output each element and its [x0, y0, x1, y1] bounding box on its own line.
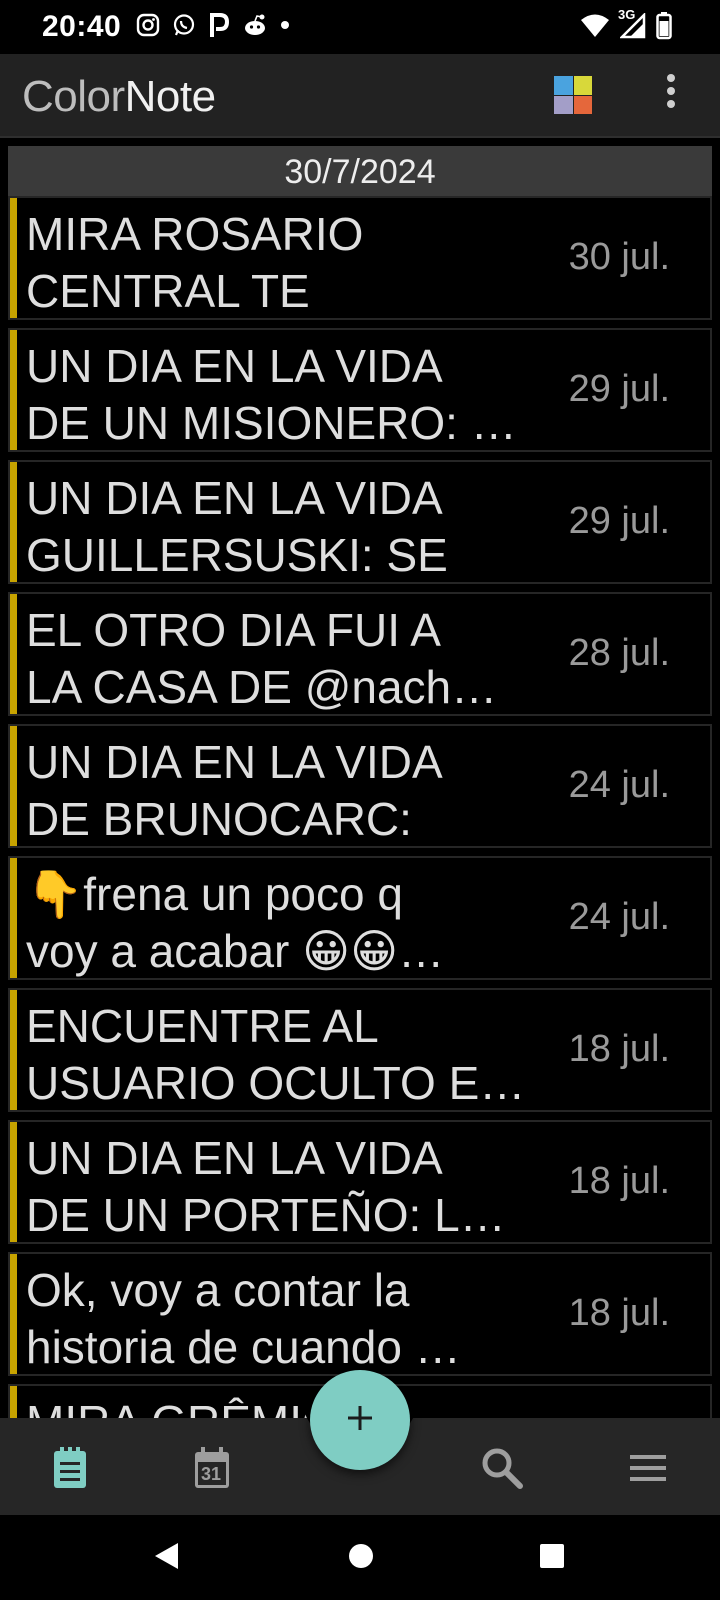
logo-part-note: Note [124, 72, 216, 121]
note-date: 18 jul. [568, 1292, 670, 1334]
instagram-icon [136, 13, 160, 37]
note-color-bar [10, 1254, 17, 1374]
note-list[interactable]: 30/7/2024 MIRA ROSARIO CENTRAL TE PUEDO…… [8, 146, 712, 1418]
calendar-day: 31 [201, 1464, 222, 1484]
signal-icon: 3G [618, 7, 646, 39]
color-swatch [554, 76, 573, 95]
logo-part-color: Color [22, 72, 125, 121]
app-bar: ColorNote [0, 54, 720, 138]
note-title: UN DIA EN LA VIDA GUILLERSUSKI: SE L… [26, 472, 448, 581]
note-color-bar [10, 1386, 17, 1418]
note-item[interactable]: UN DIA EN LA VIDA DE BRUNOCARC: SE… 24 ju… [8, 724, 712, 848]
note-color-bar [10, 726, 17, 846]
note-item[interactable]: ENCUENTRE AL USUARIO OCULTO E… 18 jul. [8, 988, 712, 1112]
note-title: EL OTRO DIA FUI A LA CASA DE @nach… [26, 604, 498, 713]
note-date: 18 jul. [568, 1028, 670, 1070]
color-swatch [573, 76, 592, 95]
recents-icon[interactable] [537, 1541, 567, 1576]
note-color-bar [10, 198, 17, 318]
back-icon[interactable] [152, 1541, 182, 1576]
note-color-bar [10, 990, 17, 1110]
notification-icons [136, 12, 290, 38]
battery-icon [656, 12, 672, 40]
calendar-icon[interactable]: 31 [192, 1446, 236, 1490]
note-item[interactable]: UN DIA EN LA VIDA DE UN MISIONERO: … 29 j… [8, 328, 712, 452]
note-title: MIRA ROSARIO CENTRAL TE PUEDO… [26, 208, 364, 317]
note-color-bar [10, 330, 17, 450]
p-app-icon [208, 12, 230, 38]
status-bar: 20:40 3G [0, 0, 720, 54]
menu-icon[interactable] [626, 1446, 670, 1490]
note-date: 29 jul. [568, 500, 670, 542]
note-item[interactable]: MIRA ROSARIO CENTRAL TE PUEDO… 30 jul. [8, 196, 712, 320]
system-nav [0, 1515, 720, 1600]
note-color-bar [10, 462, 17, 582]
network-label: 3G [618, 7, 636, 22]
note-title: UN DIA EN LA VIDA DE BRUNOCARC: SE… [26, 736, 443, 845]
note-item[interactable]: 👇frena un poco q voy a acabar 😀😀… 24 jul. [8, 856, 712, 980]
add-note-button[interactable] [310, 1370, 410, 1470]
note-item[interactable]: EL OTRO DIA FUI A LA CASA DE @nach… 28 ju… [8, 592, 712, 716]
color-swatch [573, 95, 592, 114]
note-title: ENCUENTRE AL USUARIO OCULTO E… [26, 1000, 526, 1109]
reddit-icon [242, 13, 268, 37]
home-icon[interactable] [346, 1541, 376, 1576]
note-date: 24 jul. [568, 896, 670, 938]
note-date: 29 jul. [568, 368, 670, 410]
whatsapp-icon [172, 13, 196, 37]
system-icons: 3G [580, 7, 672, 40]
color-swatch [554, 95, 573, 114]
note-color-bar [10, 858, 17, 978]
note-item[interactable]: UN DIA EN LA VIDA GUILLERSUSKI: SE L… 29 … [8, 460, 712, 584]
note-date: 30 jul. [568, 236, 670, 278]
note-date: 18 jul. [568, 1160, 670, 1202]
wifi-icon [580, 13, 610, 39]
note-title: Ok, voy a contar la historia de cuando … [26, 1264, 461, 1373]
note-title: MIRA GRÊMIO F [26, 1394, 526, 1418]
search-icon[interactable] [480, 1446, 524, 1490]
note-date: 24 jul. [568, 764, 670, 806]
note-date: 28 jul. [568, 632, 670, 674]
app-logo: ColorNote [22, 72, 216, 122]
plus-icon [345, 1403, 375, 1438]
note-item[interactable]: Ok, voy a contar la historia de cuando …… [8, 1252, 712, 1376]
note-item[interactable]: UN DIA EN LA VIDA DE UN PORTEÑO: L… 18 ju… [8, 1120, 712, 1244]
color-filter-button[interactable] [554, 76, 592, 114]
note-title: UN DIA EN LA VIDA DE UN MISIONERO: … [26, 340, 517, 449]
note-color-bar [10, 594, 17, 714]
status-time: 20:40 [42, 10, 122, 43]
overflow-menu-icon[interactable] [660, 74, 682, 118]
date-header: 30/7/2024 [8, 146, 712, 196]
note-title: 👇frena un poco q voy a acabar 😀😀… [26, 868, 445, 977]
notes-icon[interactable] [50, 1446, 94, 1490]
note-title: UN DIA EN LA VIDA DE UN PORTEÑO: L… [26, 1132, 506, 1241]
dot-icon [280, 20, 290, 30]
note-color-bar [10, 1122, 17, 1242]
